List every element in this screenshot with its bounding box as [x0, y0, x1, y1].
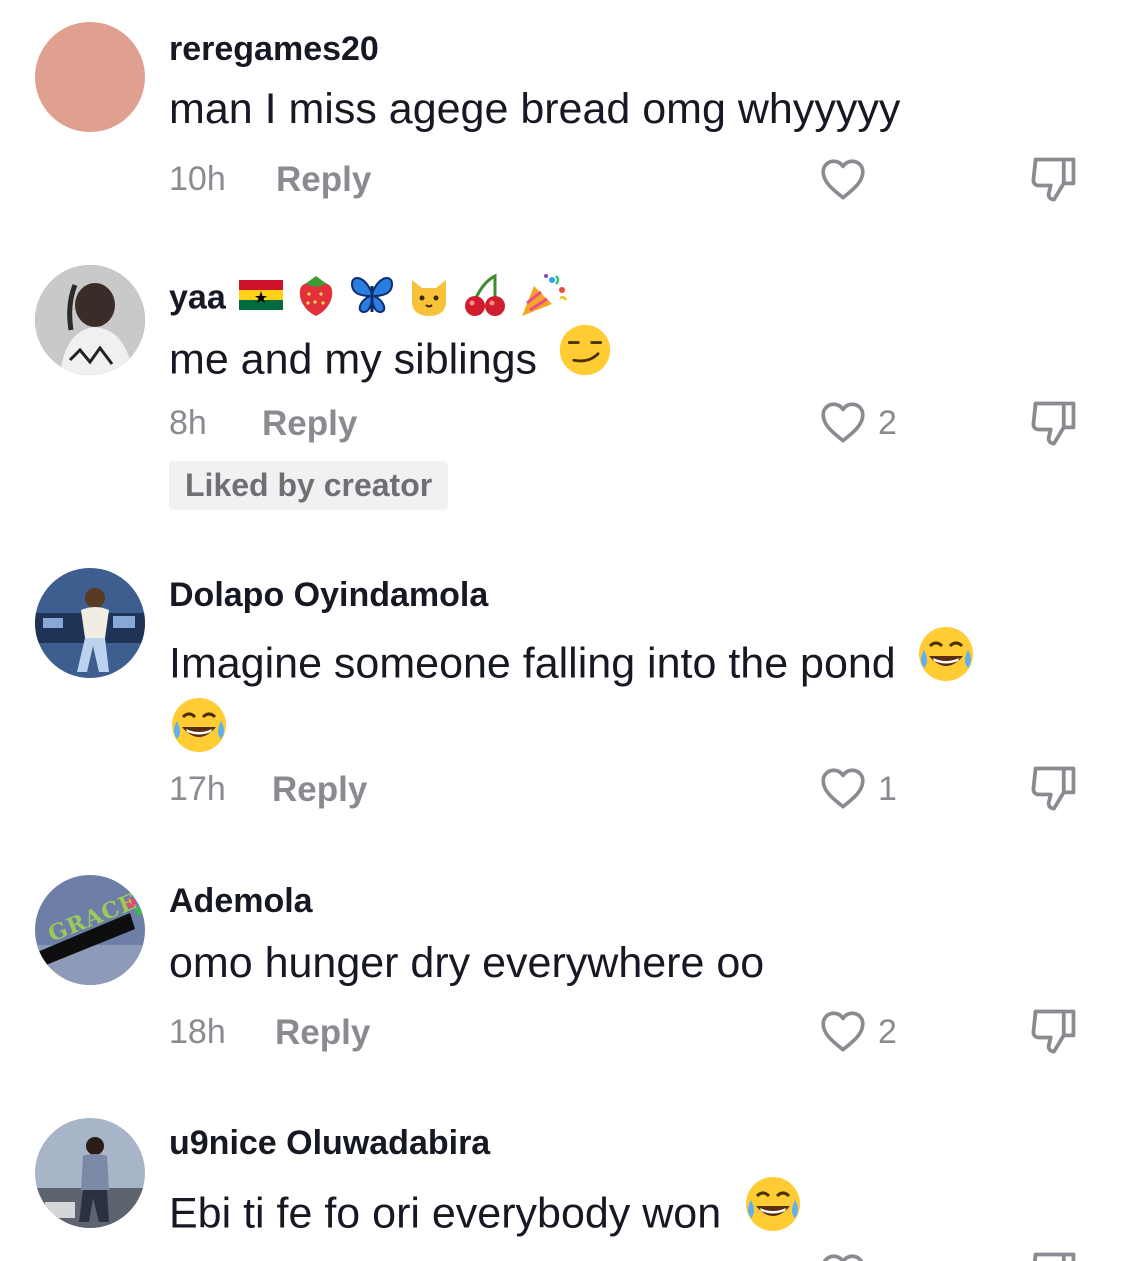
avatar-photo: [35, 568, 145, 678]
comment-item: reregames20 man I miss agege bread omg w…: [0, 0, 1125, 240]
comment-text: man I miss agege bread omg whyyyyy: [169, 85, 901, 133]
comment-text-content: Imagine someone falling into the pond: [169, 639, 896, 688]
like-count: 2: [878, 403, 897, 442]
comment-text: Ebi ti fe fo ori everybody won: [169, 1180, 803, 1252]
reply-button[interactable]: Reply: [272, 770, 367, 810]
laughing-emoji-icon: [743, 1174, 803, 1252]
laughing-emoji-icon: [916, 624, 976, 702]
avatar[interactable]: [35, 568, 145, 678]
username-text: yaa: [169, 278, 226, 317]
comment-text: omo hunger dry everywhere oo: [169, 939, 765, 987]
avatar[interactable]: [35, 1118, 145, 1228]
dislike-button[interactable]: [1028, 1248, 1080, 1261]
cat-icon: [406, 272, 452, 327]
comment-text: me and my siblings: [169, 328, 613, 396]
like-count: 1: [878, 769, 897, 808]
avatar-photo: [35, 265, 145, 375]
reply-button[interactable]: Reply: [275, 1013, 370, 1053]
timestamp: 8h: [169, 404, 207, 442]
like-button[interactable]: [818, 1250, 868, 1261]
avatar[interactable]: [35, 265, 145, 375]
smirk-emoji-icon: [557, 322, 613, 396]
like-button[interactable]: 2: [818, 1007, 897, 1057]
heart-icon: [818, 1250, 868, 1261]
comment-item: u9nice Oluwadabira Ebi ti fe fo ori ever…: [0, 1110, 1125, 1261]
timestamp: 18h: [169, 1013, 226, 1051]
ghana-flag-icon: [239, 280, 284, 319]
like-button[interactable]: 1: [818, 764, 897, 814]
dislike-button[interactable]: [1028, 762, 1080, 819]
liked-by-creator-badge: Liked by creator: [169, 461, 449, 510]
thumbs-down-icon: [1028, 397, 1080, 449]
strawberry-icon: [293, 272, 339, 327]
heart-icon: [818, 764, 868, 814]
reply-button[interactable]: Reply: [276, 160, 371, 200]
heart-icon: [818, 155, 868, 205]
thumbs-down-icon: [1028, 153, 1080, 205]
thumbs-down-icon: [1028, 1005, 1080, 1057]
cherries-icon: [461, 272, 509, 327]
username[interactable]: u9nice Oluwadabira: [169, 1124, 490, 1163]
like-count: 2: [878, 1012, 897, 1051]
like-button[interactable]: [818, 155, 868, 205]
username[interactable]: reregames20: [169, 30, 379, 69]
comment-item: Dolapo Oyindamola Imagine someone fallin…: [0, 540, 1125, 860]
username[interactable]: Dolapo Oyindamola: [169, 576, 488, 615]
comment-item: GRACE Ademola omo hunger dry everywhere …: [0, 860, 1125, 1110]
party-popper-icon: [518, 272, 568, 327]
comment-text: Imagine someone falling into the pond: [169, 630, 976, 702]
laughing-emoji-icon: [169, 695, 229, 760]
reply-button[interactable]: Reply: [262, 404, 357, 444]
butterfly-icon: [348, 272, 396, 327]
dislike-button[interactable]: [1028, 153, 1080, 210]
avatar[interactable]: [35, 22, 145, 132]
thumbs-down-icon: [1028, 1248, 1080, 1261]
heart-icon: [818, 1007, 868, 1057]
username[interactable]: yaa: [169, 272, 568, 327]
comment-text-content: Ebi ti fe fo ori everybody won: [169, 1189, 722, 1238]
dislike-button[interactable]: [1028, 1005, 1080, 1062]
thumbs-down-icon: [1028, 762, 1080, 814]
username[interactable]: Ademola: [169, 882, 313, 921]
timestamp: 10h: [169, 160, 226, 198]
avatar-photo: [35, 1118, 145, 1228]
like-button[interactable]: 2: [818, 398, 897, 448]
timestamp: 17h: [169, 770, 226, 808]
comment-item: yaa me and my siblings 8h Reply 2 Liked …: [0, 240, 1125, 540]
comment-text-content: me and my siblings: [169, 335, 538, 384]
heart-icon: [818, 398, 868, 448]
dislike-button[interactable]: [1028, 397, 1080, 454]
